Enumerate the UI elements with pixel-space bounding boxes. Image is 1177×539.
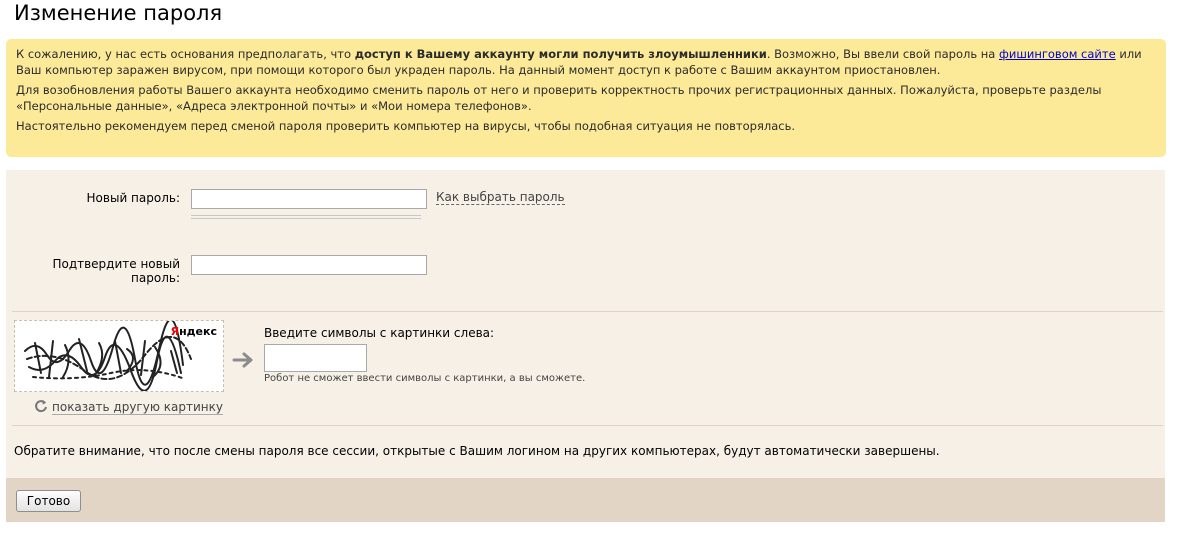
warning-paragraph-3: Настоятельно рекомендуем перед сменой па… <box>16 119 796 133</box>
submit-button[interactable]: Готово <box>16 490 81 512</box>
new-password-label: Новый пароль: <box>86 191 180 205</box>
warning-emphasis: доступ к Вашему аккаунту могли получить … <box>354 47 767 61</box>
divider <box>12 311 1163 312</box>
refresh-captcha-label: показать другую картинку <box>52 400 223 415</box>
captcha-input-label: Введите символы с картинки слева: <box>264 326 495 340</box>
phishing-site-link[interactable]: фишинговом сайте <box>999 47 1116 61</box>
captcha-hint: Робот не сможет ввести символы с картинк… <box>264 373 586 384</box>
warning-paragraph-1: К сожалению, у нас есть основания предпо… <box>16 47 1142 77</box>
session-notice: Обратите внимание, что после смены парол… <box>14 444 940 458</box>
confirm-password-label: Подтвердите новый пароль: <box>52 257 180 285</box>
yandex-logo: Яндекс <box>170 325 217 338</box>
refresh-icon <box>34 399 48 416</box>
page-title: Изменение пароля <box>14 1 223 25</box>
form-footer: Готово <box>6 478 1165 522</box>
warning-paragraph-2: Для возобновления работы Вашего аккаунта… <box>16 83 1102 113</box>
captcha-image: Яндекс <box>14 320 224 392</box>
arrow-right-icon <box>232 350 256 374</box>
divider <box>12 425 1163 426</box>
password-strength-meter <box>191 215 421 221</box>
new-password-input[interactable] <box>191 189 427 209</box>
password-form: Новый пароль: Как выбрать пароль Подтвер… <box>6 170 1165 522</box>
captcha-input[interactable] <box>264 344 367 372</box>
confirm-password-input[interactable] <box>191 255 427 275</box>
refresh-captcha-link[interactable]: показать другую картинку <box>34 399 223 416</box>
password-help-link[interactable]: Как выбрать пароль <box>436 190 565 205</box>
security-warning: К сожалению, у нас есть основания предпо… <box>6 39 1166 157</box>
